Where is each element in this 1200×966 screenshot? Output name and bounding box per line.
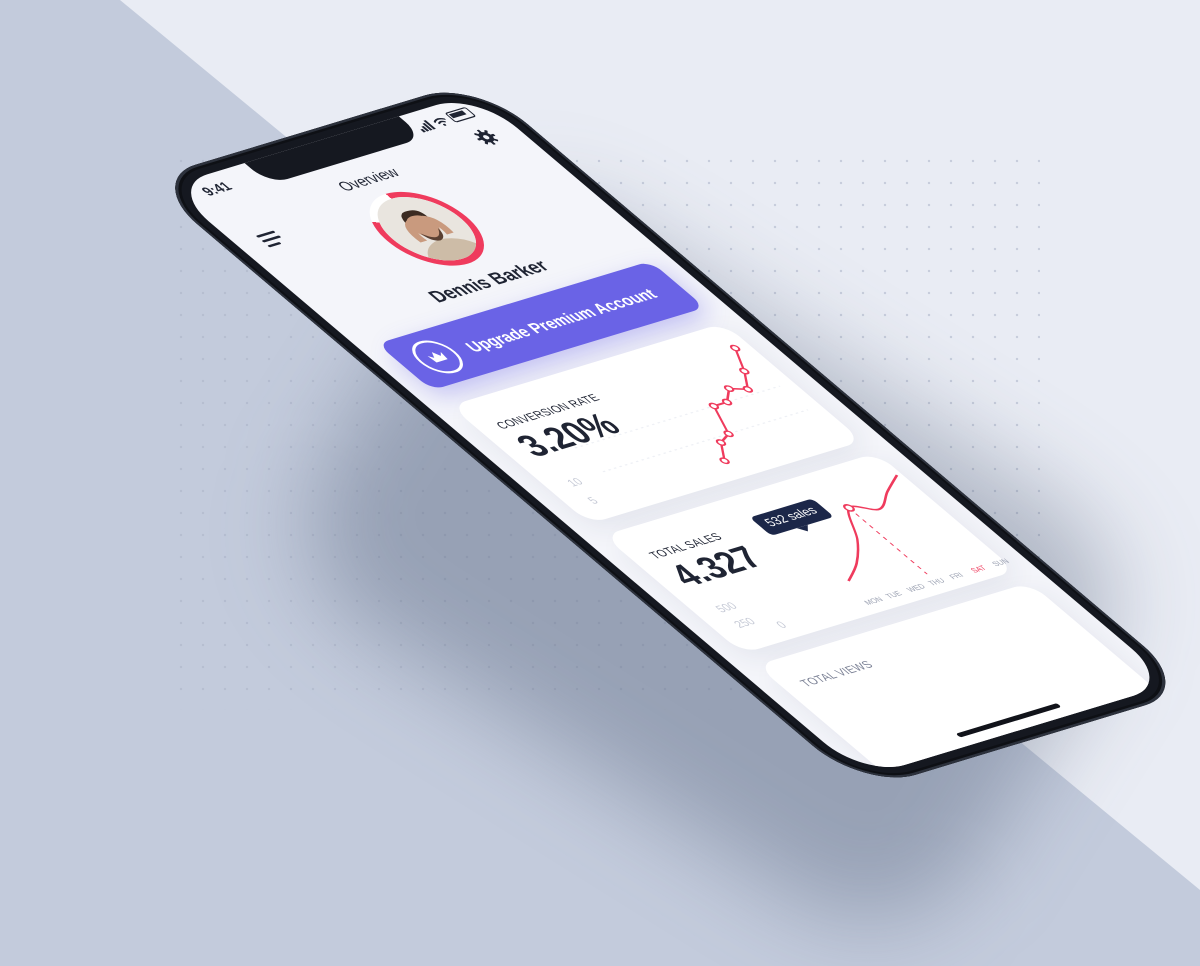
menu-icon[interactable] xyxy=(255,230,287,248)
upgrade-label: Upgrade Premium Account xyxy=(459,284,662,355)
sales-highlight-point xyxy=(843,504,855,512)
conversion-point-8 xyxy=(729,344,741,352)
conversion-gridline-5 xyxy=(602,409,809,473)
conversion-gridline-10 xyxy=(574,385,781,449)
status-time: 9:41 xyxy=(198,180,237,200)
views-label: TOTAL VIEWS xyxy=(797,658,877,689)
conversion-point-1 xyxy=(715,439,727,446)
battery-icon xyxy=(444,106,477,123)
conversion-point-5 xyxy=(723,385,735,392)
sales-highlight-dropline xyxy=(848,507,928,575)
conversion-point-7 xyxy=(739,367,750,375)
avatar-progress-ring xyxy=(346,181,508,276)
conversion-point-3 xyxy=(708,402,720,410)
conversion-point-6 xyxy=(742,385,754,393)
conversion-point-4 xyxy=(721,398,733,406)
wifi-icon xyxy=(433,117,447,126)
conversion-point-2 xyxy=(723,430,734,438)
signal-icon xyxy=(413,120,436,133)
avatar[interactable] xyxy=(357,188,497,270)
conversion-point-0 xyxy=(719,457,730,465)
status-icons xyxy=(412,106,477,133)
